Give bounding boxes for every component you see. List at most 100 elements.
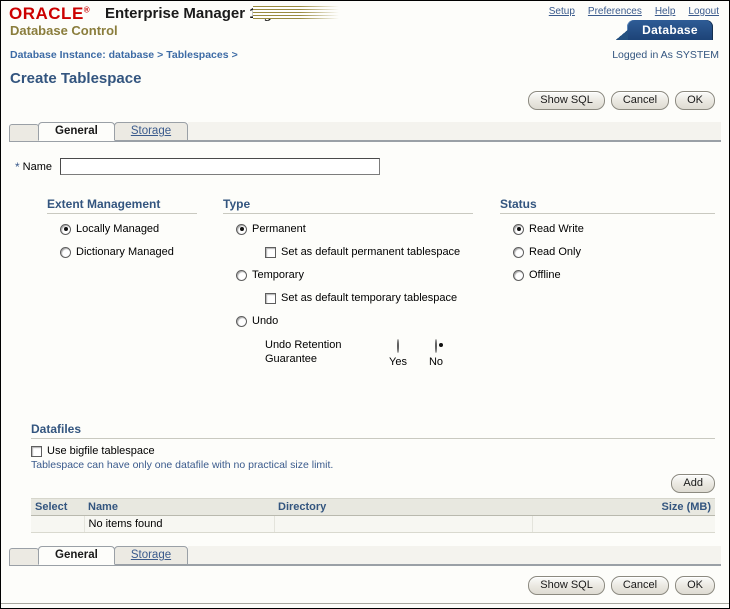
required-marker-icon: * (15, 160, 20, 174)
empty-message-cell: No items found (84, 516, 274, 533)
global-link-help[interactable]: Help (655, 6, 676, 17)
breadcrumb-item-tablespaces[interactable]: Tablespaces (166, 49, 228, 61)
type-section: Type Permanent Set as default permanent … (223, 197, 473, 378)
datafiles-note: Tablespace can have only one datafile wi… (31, 459, 715, 471)
tabstrip-bottom: General Storage (9, 543, 721, 566)
radio-locally-managed-label[interactable]: Locally Managed (76, 223, 159, 235)
empty-cell-select (31, 516, 84, 533)
datafiles-table: Select Name Directory Size (MB) No items… (31, 498, 715, 533)
datafiles-section: Datafiles Use bigfile tablespace Tablesp… (31, 422, 715, 533)
breadcrumb-row: Database Instance: database>Tablespaces>… (1, 47, 729, 67)
breadcrumb-item-database-instance[interactable]: Database Instance: database (10, 49, 154, 61)
show-sql-button-bottom[interactable]: Show SQL (528, 576, 605, 595)
decorative-stripes (253, 6, 339, 19)
checkbox-use-bigfile-tablespace[interactable] (31, 446, 42, 457)
checkbox-default-temporary[interactable] (265, 293, 276, 304)
radio-offline-label[interactable]: Offline (529, 269, 561, 281)
tab-storage-top[interactable]: Storage (114, 122, 188, 141)
radio-undo-retention-no[interactable] (435, 339, 437, 353)
undo-retention-label-line1: Undo Retention (265, 339, 341, 351)
cancel-button-top[interactable]: Cancel (611, 91, 669, 110)
radio-temporary[interactable] (236, 270, 247, 281)
checkbox-use-bigfile-tablespace-label[interactable]: Use bigfile tablespace (47, 445, 155, 457)
radio-row-undo[interactable]: Undo (223, 315, 473, 327)
radio-read-write-label[interactable]: Read Write (529, 223, 584, 235)
database-tab[interactable]: Database (627, 20, 713, 40)
breadcrumb-separator: > (157, 49, 163, 61)
options-area: Extent Management Locally Managed Dictio… (1, 197, 729, 422)
radio-row-offline[interactable]: Offline (500, 269, 715, 281)
radio-undo-retention-no-label: No (423, 356, 449, 368)
tab-stub-left (9, 124, 39, 141)
top-button-bar: Show SQL Cancel OK (1, 91, 729, 117)
extent-management-section: Extent Management Locally Managed Dictio… (47, 197, 197, 269)
radio-undo-label[interactable]: Undo (252, 315, 278, 327)
oracle-logo: ORACLE® (9, 4, 90, 24)
radio-undo-retention-yes-label: Yes (385, 356, 411, 368)
login-status: Logged in As SYSTEM (612, 49, 719, 61)
breadcrumb-separator-2: > (232, 49, 238, 61)
undo-retention-no-group[interactable]: No (423, 340, 449, 368)
database-tab-label: Database (627, 23, 713, 37)
radio-dictionary-managed[interactable] (60, 247, 71, 258)
radio-row-read-only[interactable]: Read Only (500, 246, 715, 258)
checkbox-row-default-permanent[interactable]: Set as default permanent tablespace (223, 246, 473, 258)
ok-button-top[interactable]: OK (675, 91, 715, 110)
add-button-row: Add (31, 474, 715, 496)
checkbox-default-temporary-label[interactable]: Set as default temporary tablespace (281, 292, 457, 304)
branding-header: ORACLE® Enterprise Manager 11g Database … (1, 1, 729, 47)
checkbox-row-default-temporary[interactable]: Set as default temporary tablespace (223, 292, 473, 304)
undo-retention-block: Undo Retention Guarantee Yes No (223, 338, 473, 378)
tab-general-bottom[interactable]: General (38, 546, 115, 565)
global-link-preferences[interactable]: Preferences (588, 6, 642, 17)
tab-general-bottom-label: General (55, 549, 98, 561)
radio-undo-retention-yes[interactable] (397, 339, 399, 353)
radio-row-locally-managed[interactable]: Locally Managed (47, 223, 197, 235)
radio-permanent[interactable] (236, 224, 247, 235)
datafiles-heading: Datafiles (31, 422, 715, 439)
footer-divider (1, 603, 729, 604)
radio-permanent-label[interactable]: Permanent (252, 223, 306, 235)
show-sql-button-top[interactable]: Show SQL (528, 91, 605, 110)
radio-read-only[interactable] (513, 247, 524, 258)
column-header-select: Select (31, 499, 84, 516)
status-section: Status Read Write Read Only Offline (500, 197, 715, 292)
table-header-row: Select Name Directory Size (MB) (31, 499, 715, 516)
radio-dictionary-managed-label[interactable]: Dictionary Managed (76, 246, 174, 258)
radio-row-read-write[interactable]: Read Write (500, 223, 715, 235)
cancel-button-bottom[interactable]: Cancel (611, 576, 669, 595)
global-link-logout[interactable]: Logout (688, 6, 719, 17)
radio-locally-managed[interactable] (60, 224, 71, 235)
global-links: Setup Preferences Help Logout (536, 6, 719, 17)
radio-row-dictionary-managed[interactable]: Dictionary Managed (47, 246, 197, 258)
checkbox-row-bigfile[interactable]: Use bigfile tablespace (31, 445, 715, 457)
name-input[interactable] (60, 158, 380, 175)
tab-general-top[interactable]: General (38, 122, 115, 141)
radio-offline[interactable] (513, 270, 524, 281)
ok-button-bottom[interactable]: OK (675, 576, 715, 595)
name-field-label: Name (23, 161, 52, 173)
table-row-empty: No items found (31, 516, 715, 533)
radio-read-only-label[interactable]: Read Only (529, 246, 581, 258)
radio-temporary-label[interactable]: Temporary (252, 269, 304, 281)
radio-row-permanent[interactable]: Permanent (223, 223, 473, 235)
tabstrip-filler-top (188, 122, 721, 141)
checkbox-default-permanent-label[interactable]: Set as default permanent tablespace (281, 246, 460, 258)
radio-row-temporary[interactable]: Temporary (223, 269, 473, 281)
bottom-button-group: Show SQL Cancel OK (528, 576, 715, 595)
tab-storage-bottom[interactable]: Storage (114, 546, 188, 565)
undo-retention-label-line2: Guarantee (265, 353, 317, 365)
empty-cell-size (532, 516, 715, 533)
tab-stub-left-bottom (9, 548, 39, 565)
undo-retention-yes-group[interactable]: Yes (385, 340, 411, 368)
top-button-group: Show SQL Cancel OK (528, 91, 715, 110)
radio-read-write[interactable] (513, 224, 524, 235)
radio-undo[interactable] (236, 316, 247, 327)
add-button[interactable]: Add (671, 474, 715, 493)
page-root: ORACLE® Enterprise Manager 11g Database … (0, 0, 730, 609)
column-header-name: Name (84, 499, 274, 516)
product-title: Enterprise Manager 11g (105, 5, 273, 23)
sub-product-title: Database Control (10, 23, 118, 38)
checkbox-default-permanent[interactable] (265, 247, 276, 258)
global-link-setup[interactable]: Setup (549, 6, 575, 17)
